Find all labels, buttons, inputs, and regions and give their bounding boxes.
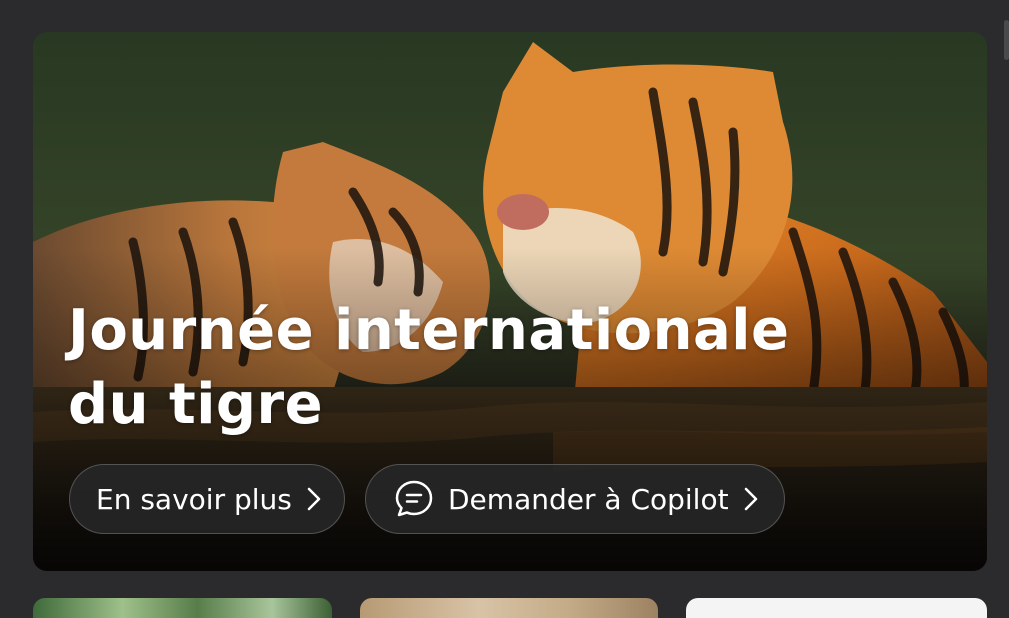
- scrollbar-thumb[interactable]: [1004, 20, 1009, 60]
- hero-title[interactable]: Journée internationale du tigre: [68, 294, 888, 442]
- chevron-right-icon: [306, 486, 322, 512]
- card-jungle-leaves[interactable]: [33, 598, 332, 618]
- hero-card[interactable]: Journée internationale du tigre En savoi…: [33, 32, 987, 571]
- chat-bubble-icon: [394, 479, 434, 519]
- card-desert-animal[interactable]: [360, 598, 658, 618]
- card-row: [0, 598, 1009, 618]
- learn-more-button[interactable]: En savoir plus: [69, 464, 345, 534]
- card-white[interactable]: [686, 598, 987, 618]
- ask-copilot-label: Demander à Copilot: [448, 482, 729, 516]
- learn-more-label: En savoir plus: [96, 482, 292, 516]
- ask-copilot-button[interactable]: Demander à Copilot: [365, 464, 785, 534]
- page-scrollbar[interactable]: [1003, 0, 1009, 611]
- chevron-right-icon: [743, 486, 759, 512]
